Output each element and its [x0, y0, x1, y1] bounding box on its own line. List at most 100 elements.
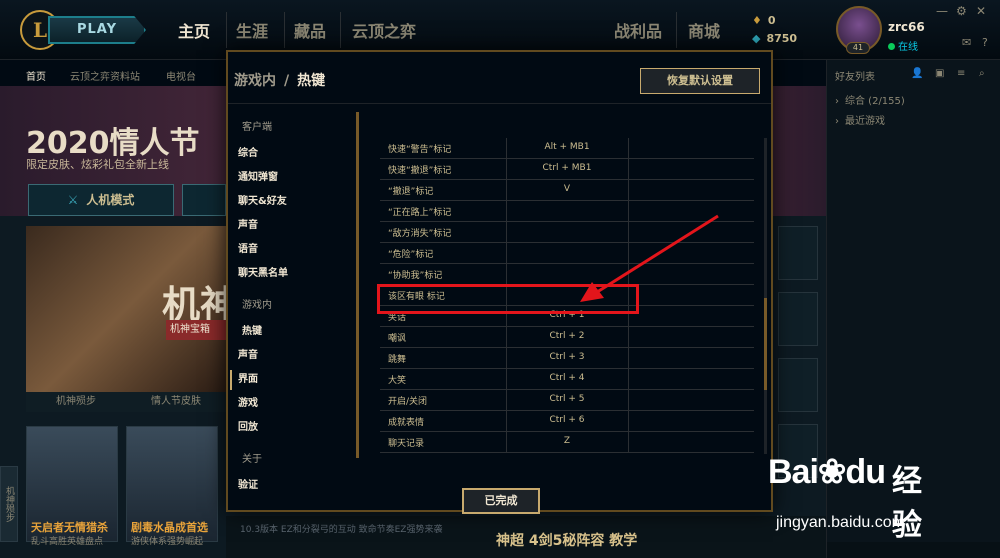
side-tile[interactable] — [778, 292, 818, 346]
be-amount: 8750 — [766, 32, 798, 45]
nav-interface[interactable]: 界面 — [238, 370, 258, 385]
nav-notifications[interactable]: 通知弹窗 — [238, 168, 278, 183]
settings-nav: 客户端 综合 通知弹窗 聊天&好友 声音 语音 聊天黑名单 游戏内 热键 声音 … — [228, 104, 358, 510]
hotkey-action: 聊天记录 — [388, 439, 425, 449]
feature-splash-art[interactable]: 机神 机神宝箱 — [26, 226, 238, 392]
mode-button-2[interactable] — [182, 184, 226, 216]
column-divider — [628, 390, 629, 410]
hotkey-row[interactable]: “撤退”标记 V — [380, 180, 754, 201]
news-card[interactable]: 剧毒水晶成首选 游侠体系强势崛起 — [126, 426, 218, 547]
column-divider — [628, 138, 629, 158]
news-card[interactable]: 天启者无情猎杀 乱斗高胜英雄盘点 — [26, 426, 118, 547]
hotkey-action: “敌方消失”标记 — [388, 229, 452, 239]
feature-label-2[interactable]: 情人节皮肤 — [126, 392, 226, 412]
hotkey-binding[interactable]: Ctrl + 5 — [506, 394, 628, 404]
hotkey-binding[interactable]: Ctrl + 4 — [506, 373, 628, 383]
close-icon[interactable]: ✕ — [976, 4, 986, 18]
blue-essence-icon: ◆ — [752, 32, 761, 45]
hotkey-action: 跳舞 — [388, 355, 407, 365]
hotkey-row[interactable]: 嘲讽 Ctrl + 2 — [380, 327, 754, 348]
nav-tft[interactable]: 云顶之弈 — [352, 18, 416, 42]
add-folder-icon[interactable]: ▣ — [935, 68, 944, 79]
nav-replays[interactable]: 回放 — [238, 418, 258, 433]
restore-defaults-button[interactable]: 恢复默认设置 — [640, 68, 760, 94]
nav-game[interactable]: 游戏 — [238, 394, 258, 409]
hotkey-binding[interactable]: Ctrl + 3 — [506, 352, 628, 362]
side-tile[interactable] — [778, 226, 818, 280]
nav-home[interactable]: 主页 — [178, 18, 210, 42]
hotkey-action: “正在路上”标记 — [388, 208, 452, 218]
nav-collection[interactable]: 藏品 — [294, 18, 326, 42]
column-divider — [628, 348, 629, 368]
hotkey-row[interactable]: 快速“警告”标记 Alt + MB1 — [380, 138, 754, 159]
search-icon[interactable]: ⌕ — [979, 68, 985, 79]
nav-general[interactable]: 综合 — [238, 144, 258, 159]
hotkey-row[interactable]: 聊天记录 Z — [380, 432, 754, 453]
banner-subtitle: 限定皮肤、炫彩礼包全新上线 — [26, 158, 169, 171]
nav-group-about: 关于 — [242, 454, 262, 465]
baidu-logo-text2: du — [845, 453, 886, 491]
nav-ingame-sound[interactable]: 声音 — [238, 346, 258, 361]
friend-group-general[interactable]: › 综合 (2/155) — [835, 92, 905, 107]
help-icon[interactable]: ? — [982, 36, 988, 49]
status-label: 在线 — [898, 42, 918, 53]
add-friend-icon[interactable]: 👤 — [911, 68, 923, 79]
hotkey-binding[interactable]: Ctrl + MB1 — [506, 163, 628, 173]
news-strip[interactable]: 10.3版本 EZ和分裂弓的互动 致命节奏EZ强势来袭 神超 4剑5秘阵容 教学 — [226, 516, 826, 558]
scrollbar-track[interactable] — [764, 138, 767, 454]
feature-label-1[interactable]: 机神殒步 — [26, 392, 126, 412]
watermark-url: jingyan.baidu.com — [776, 514, 905, 531]
nav-voice[interactable]: 语音 — [238, 240, 258, 255]
hotkey-binding[interactable]: V — [506, 184, 628, 194]
hotkey-action: “危险”标记 — [388, 250, 434, 260]
rp-amount: 0 — [767, 14, 776, 27]
nav-group-ingame: 游戏内 — [242, 300, 272, 311]
hotkey-binding[interactable]: Z — [506, 436, 628, 446]
subnav-tv[interactable]: 电视台 — [166, 68, 196, 83]
subnav-tft-database[interactable]: 云顶之弈资料站 — [70, 68, 140, 83]
sort-icon[interactable]: ≡ — [957, 68, 965, 79]
play-button[interactable]: PLAY — [48, 16, 146, 44]
chevron-right-icon: › — [835, 116, 839, 127]
side-tab[interactable]: 机神殒步 — [0, 466, 18, 542]
nav-chat-friends[interactable]: 聊天&好友 — [238, 192, 287, 207]
news-text: 10.3版本 EZ和分裂弓的互动 致命节奏EZ强势来袭 — [240, 525, 443, 535]
column-divider — [628, 369, 629, 389]
hotkey-row[interactable]: 成就表情 Ctrl + 6 — [380, 411, 754, 432]
breadcrumb-current: 热键 — [297, 73, 326, 89]
coop-vs-ai-button[interactable]: ⚔ 人机模式 — [28, 184, 174, 216]
nav-verification[interactable]: 验证 — [238, 476, 258, 491]
hotkey-row[interactable]: 大笑 Ctrl + 4 — [380, 369, 754, 390]
nav-loot[interactable]: 战利品 — [614, 18, 662, 42]
baidu-logo-text: Bai — [768, 453, 819, 491]
column-divider — [506, 222, 507, 242]
friend-group-recent[interactable]: › 最近游戏 — [835, 112, 885, 127]
hotkey-row[interactable]: 快速“撤退”标记 Ctrl + MB1 — [380, 159, 754, 180]
sword-icon: ⚔ — [67, 193, 79, 207]
subnav-home[interactable]: 首页 — [26, 68, 46, 83]
done-button[interactable]: 已完成 — [462, 488, 540, 514]
nav-client-sound[interactable]: 声音 — [238, 216, 258, 231]
hotkey-binding[interactable]: Alt + MB1 — [506, 142, 628, 152]
hotkey-row[interactable]: 跳舞 Ctrl + 3 — [380, 348, 754, 369]
minimize-icon[interactable]: — — [936, 4, 948, 18]
friends-bottom-bar — [827, 542, 1000, 558]
scrollbar-thumb[interactable] — [764, 298, 767, 390]
column-divider — [628, 180, 629, 200]
nav-hotkeys[interactable]: 热键 — [242, 322, 262, 337]
online-status[interactable]: 在线 — [888, 38, 918, 53]
nav-chat-blocklist[interactable]: 聊天黑名单 — [238, 264, 288, 279]
mail-icon[interactable]: ✉ — [962, 36, 971, 49]
group-label: 综合 (2/155) — [845, 96, 905, 107]
settings-gear-icon[interactable]: ⚙ — [956, 4, 967, 18]
hotkey-binding[interactable]: Ctrl + 2 — [506, 331, 628, 341]
breadcrumb: 游戏内 / 热键 — [234, 70, 325, 90]
hotkey-action: 嘲讽 — [388, 334, 407, 344]
hotkey-binding[interactable]: Ctrl + 6 — [506, 415, 628, 425]
nav-profile[interactable]: 生涯 — [236, 18, 268, 42]
currency-display[interactable]: ♦ 0 ◆ 8750 — [752, 12, 797, 48]
hotkey-row[interactable]: 开启/关闭 Ctrl + 5 — [380, 390, 754, 411]
chevron-right-icon: › — [835, 96, 839, 107]
nav-store[interactable]: 商城 — [688, 18, 720, 42]
side-tile[interactable] — [778, 358, 818, 412]
